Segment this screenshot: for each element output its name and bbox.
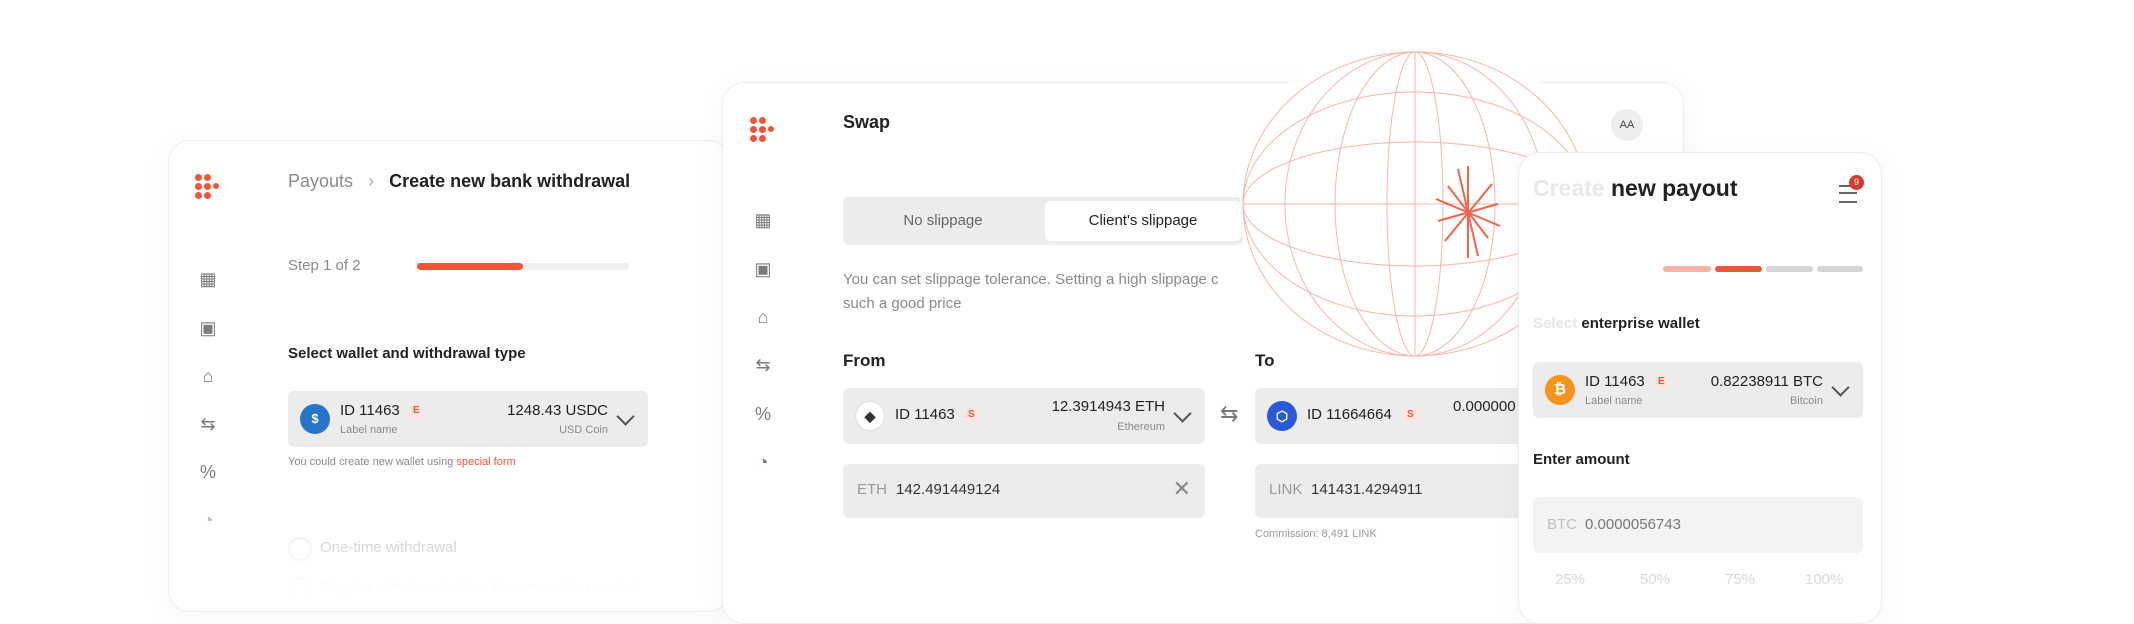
- bitcoin-coin-icon: ₿: [1545, 375, 1575, 405]
- wallet-coin-name: USD Coin: [559, 424, 608, 436]
- tab-clients-slippage[interactable]: Client's slippage: [1045, 201, 1241, 241]
- amount-value: 0.0000056743: [1585, 516, 1681, 533]
- payout-step-progress: [1663, 266, 1863, 272]
- wallet-label: Label name: [1585, 395, 1643, 407]
- from-wallet-amount: 12.3914943 ETH: [1051, 398, 1165, 415]
- breadcrumb: Payouts › Create new bank withdrawal: [288, 171, 630, 192]
- percent-icon[interactable]: %: [752, 403, 774, 425]
- from-currency: ETH: [857, 481, 887, 498]
- slippage-description-line1: You can set slippage tolerance. Setting …: [843, 271, 1219, 288]
- from-wallet-badge: S: [964, 408, 979, 422]
- from-label: From: [843, 351, 886, 370]
- step-segment-1: [1663, 266, 1711, 272]
- to-currency: LINK: [1269, 481, 1303, 498]
- amount-currency: BTC: [1547, 516, 1577, 533]
- step-segment-4: [1817, 266, 1863, 272]
- ethereum-coin-icon: ◆: [855, 401, 885, 431]
- usdc-coin-icon: $: [300, 404, 330, 434]
- wallet-section-title: Select enterprise wallet: [1533, 315, 1700, 332]
- to-wallet-amount: 0.000000: [1453, 398, 1516, 415]
- to-amount-value: 141431.4294911: [1311, 481, 1423, 498]
- swap-icon[interactable]: ⇆: [197, 413, 219, 435]
- percent-100-button[interactable]: 100%: [1805, 571, 1843, 588]
- wallet-section-title-main: enterprise wallet: [1581, 315, 1700, 332]
- step-progress-fill: [417, 263, 523, 270]
- wallet-icon[interactable]: ▣: [752, 258, 774, 280]
- slippage-tabs: No slippage Client's slippage: [843, 197, 1243, 245]
- option-one-time-label: One-time withdrawal: [320, 539, 457, 556]
- chevron-down-icon[interactable]: [1831, 378, 1850, 397]
- page-title-faded: Create: [1533, 175, 1605, 201]
- to-wallet-select[interactable]: ⬡ ID 11664664 S 0.000000: [1255, 388, 1555, 444]
- wallet-id: ID 11463: [340, 402, 400, 419]
- tab-no-slippage[interactable]: No slippage: [843, 197, 1043, 245]
- app-logo: [195, 174, 223, 202]
- page-title: Create new payout: [1533, 175, 1738, 202]
- clear-icon[interactable]: ✕: [1173, 476, 1191, 502]
- option-regular-label: Regular withdrawal when the amount is re…: [320, 579, 641, 596]
- page-title: Create new bank withdrawal: [389, 171, 631, 191]
- wallet-coin-name: Bitcoin: [1789, 395, 1823, 407]
- from-wallet-coin: Ethereum: [1117, 421, 1165, 433]
- step-segment-2: [1715, 266, 1762, 272]
- swap-direction-icon[interactable]: ⇆: [1220, 401, 1238, 427]
- breadcrumb-payouts[interactable]: Payouts: [288, 171, 353, 191]
- wallet-label: Label name: [340, 424, 398, 436]
- step-label: Step 1 of 2: [288, 257, 361, 274]
- wallet-badge: E: [1654, 375, 1669, 389]
- to-amount-input[interactable]: LINK 141431.4294911: [1255, 464, 1555, 518]
- step-progress-bar: [417, 263, 629, 270]
- percent-25-button[interactable]: 25%: [1555, 571, 1585, 588]
- from-wallet-id: ID 11463: [895, 406, 955, 423]
- page-title: Swap: [843, 112, 891, 132]
- page-title-main: new payout: [1611, 175, 1738, 201]
- dashboard-icon[interactable]: ▦: [752, 209, 774, 231]
- chainlink-coin-icon: ⬡: [1267, 401, 1297, 431]
- pie-chart-icon[interactable]: ◔: [197, 509, 219, 531]
- from-amount-input[interactable]: ETH 142.491449124 ✕: [843, 464, 1205, 518]
- commission-text: Commission: 8,491 LINK: [1255, 528, 1377, 540]
- chevron-down-icon[interactable]: [1173, 404, 1192, 423]
- special-form-link[interactable]: special form: [456, 456, 515, 468]
- dashboard-icon[interactable]: ▦: [197, 268, 219, 290]
- wallet-select[interactable]: $ ID 11463 E Label name 1248.43 USDC USD…: [288, 391, 648, 447]
- bank-withdrawal-window: ▦ ▣ ⌂ ⇆ % ◔ Payouts › Create new bank wi…: [168, 140, 730, 612]
- wallet-amount: 1248.43 USDC: [507, 402, 608, 419]
- wallet-section-title-faded: Select: [1533, 315, 1578, 332]
- wallet-id: ID 11463: [1585, 373, 1645, 390]
- wallet-icon[interactable]: ▣: [197, 317, 219, 339]
- avatar[interactable]: AA: [1611, 109, 1643, 141]
- enterprise-wallet-select[interactable]: ₿ ID 11463 E Label name 0.82238911 BTC B…: [1533, 362, 1863, 418]
- from-wallet-select[interactable]: ◆ ID 11463 S 12.3914943 ETH Ethereum: [843, 388, 1205, 444]
- swap-icon[interactable]: ⇆: [752, 354, 774, 376]
- section-title: Select wallet and withdrawal type: [288, 345, 526, 362]
- new-payout-window: Create new payout 9 Select enterprise wa…: [1518, 152, 1882, 624]
- to-wallet-id: ID 11664664: [1307, 406, 1392, 423]
- breadcrumb-separator: ›: [368, 171, 375, 191]
- wallet-amount: 0.82238911 BTC: [1710, 373, 1823, 390]
- app-logo: [750, 117, 778, 145]
- bank-icon[interactable]: ⌂: [752, 306, 774, 328]
- wallet-badge: E: [409, 404, 424, 418]
- amount-section-title: Enter amount: [1533, 451, 1630, 468]
- to-wallet-badge: S: [1403, 408, 1418, 422]
- wallet-hint-text: You could create new wallet using: [288, 456, 457, 468]
- amount-input[interactable]: BTC 0.0000056743: [1533, 497, 1863, 553]
- bank-icon[interactable]: ⌂: [197, 365, 219, 387]
- percent-50-button[interactable]: 50%: [1640, 571, 1670, 588]
- radio-regular[interactable]: [288, 577, 312, 601]
- chevron-down-icon[interactable]: [616, 407, 635, 426]
- slippage-description-line2: such a good price: [843, 295, 962, 312]
- radio-one-time[interactable]: [288, 537, 312, 561]
- pie-chart-icon[interactable]: ◔: [752, 451, 774, 473]
- from-amount-value: 142.491449124: [896, 481, 1001, 498]
- percent-icon[interactable]: %: [197, 461, 219, 483]
- step-segment-3: [1766, 266, 1813, 272]
- notification-badge: 9: [1849, 175, 1864, 190]
- percent-75-button[interactable]: 75%: [1725, 571, 1755, 588]
- wallet-hint: You could create new wallet using specia…: [288, 456, 516, 468]
